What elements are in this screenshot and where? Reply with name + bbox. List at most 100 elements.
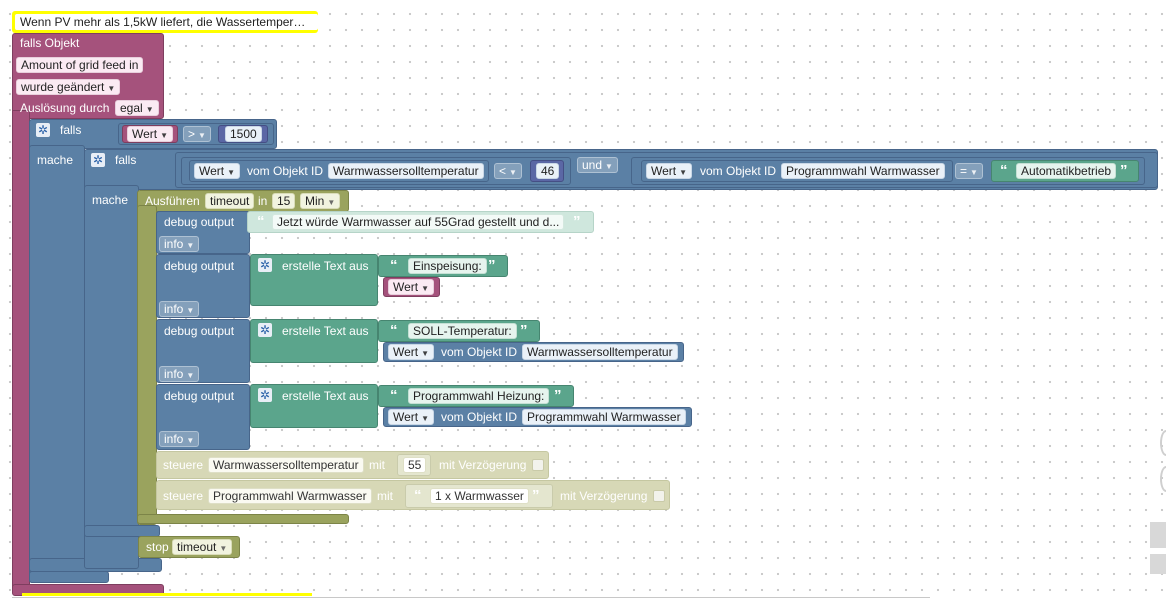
- debug1-text-field[interactable]: Jetzt würde Warmwasser auf 55Grad gestel…: [272, 214, 565, 230]
- control2-mit-label: mit: [377, 489, 393, 503]
- if1-block-bottom: [29, 571, 109, 583]
- horizontal-scrollbar[interactable]: [12, 597, 930, 598]
- join1-string-field[interactable]: Einspeisung:: [408, 258, 487, 274]
- dropdown-arrow-icon: ▼: [186, 371, 195, 380]
- timeout-unit-dropdown[interactable]: Min ▼: [300, 193, 341, 209]
- debug1-label: debug output: [164, 215, 235, 229]
- if1-operator-dropdown[interactable]: > ▼: [183, 126, 211, 142]
- if1-mache-label: mache: [37, 153, 74, 167]
- timeout-block-side: [137, 205, 157, 525]
- gear-icon[interactable]: ✲: [258, 388, 272, 402]
- if1-op-text: >: [188, 127, 196, 141]
- control2-object-field[interactable]: Programmwahl Warmwasser: [208, 488, 372, 504]
- join3-string-field[interactable]: Programmwahl Heizung:: [408, 388, 550, 404]
- cond2-prop-dropdown[interactable]: Wert ▼: [646, 163, 693, 179]
- dropdown-arrow-icon: ▼: [107, 84, 116, 93]
- cond1-prop-dropdown[interactable]: Wert ▼: [194, 163, 241, 179]
- cond1-op-text: <: [499, 164, 507, 178]
- comment-text: Wenn PV mehr als 1,5kW liefert, die Wass…: [15, 14, 318, 30]
- debug3-label: debug output: [164, 324, 235, 338]
- join2-prop-dropdown[interactable]: Wert ▼: [388, 344, 435, 360]
- if1-lhs-dropdown[interactable]: Wert ▼: [127, 126, 174, 142]
- join3-label: erstelle Text aus: [282, 389, 369, 403]
- gear-icon[interactable]: ✲: [91, 153, 105, 167]
- cond2-vom-label: vom Objekt ID: [700, 164, 777, 178]
- dropdown-arrow-icon: ▼: [219, 544, 228, 553]
- if1-block-side: [29, 145, 85, 583]
- gear-icon[interactable]: ✲: [36, 123, 50, 137]
- debug2-level-text: info: [164, 302, 184, 316]
- quote-close-icon: ”: [488, 257, 496, 274]
- quote-open-icon: “: [390, 257, 398, 274]
- block-comment[interactable]: Wenn PV mehr als 1,5kW liefert, die Wass…: [12, 11, 318, 33]
- control2-delay-label: mit Verzögerung: [560, 489, 648, 503]
- debug4-level-dropdown[interactable]: info ▼: [159, 431, 200, 447]
- debug3-level-dropdown[interactable]: info ▼: [159, 366, 200, 382]
- join1-value-dropdown[interactable]: Wert ▼: [388, 279, 435, 295]
- if1-lhs-text: Wert: [132, 127, 158, 141]
- quote-close-icon: ”: [520, 322, 528, 339]
- debug4-level-text: info: [164, 432, 184, 446]
- control1-object-field[interactable]: Warmwassersolltemperatur: [208, 457, 364, 473]
- dropdown-arrow-icon: ▼: [327, 198, 336, 207]
- join2-prop-text: Wert: [393, 345, 419, 359]
- cond1-operator-dropdown[interactable]: < ▼: [494, 163, 522, 179]
- quote-close-icon: ”: [1120, 162, 1128, 179]
- debug3-level-text: info: [164, 367, 184, 381]
- dropdown-arrow-icon: ▼: [160, 131, 169, 140]
- dropdown-arrow-icon: ▼: [186, 241, 195, 250]
- zoom-out-icon[interactable]: [1160, 466, 1166, 492]
- cond1-prop-text: Wert: [199, 164, 225, 178]
- timeout-name-field[interactable]: timeout: [205, 193, 255, 209]
- join2-object-field[interactable]: Warmwassersolltemperatur: [522, 344, 678, 360]
- cond1-object-field[interactable]: Warmwassersolltemperatur: [328, 163, 484, 179]
- timeout-value-field[interactable]: 15: [272, 193, 296, 209]
- trigger-changed-text: wurde geändert: [21, 80, 105, 94]
- dropdown-arrow-icon: ▼: [605, 162, 613, 171]
- join3-prop-text: Wert: [393, 410, 419, 424]
- debug2-label: debug output: [164, 259, 235, 273]
- trigger-changed-dropdown[interactable]: wurde geändert ▼: [16, 79, 121, 95]
- and-text: und: [582, 158, 603, 172]
- quote-open-icon: “: [1000, 162, 1008, 179]
- cond2-operator-dropdown[interactable]: = ▼: [955, 163, 983, 179]
- cond1-value-number[interactable]: 46: [536, 163, 560, 179]
- dropdown-arrow-icon: ▼: [509, 168, 517, 177]
- timeout-in-label: in: [258, 194, 268, 208]
- dropdown-arrow-icon: ▼: [186, 306, 195, 315]
- quote-open-icon: “: [257, 213, 265, 230]
- cond1-vom-label: vom Objekt ID: [247, 164, 324, 178]
- join3-prop-dropdown[interactable]: Wert ▼: [388, 409, 435, 425]
- quote-open-icon: “: [414, 487, 422, 504]
- debug1-level-dropdown[interactable]: info ▼: [159, 236, 200, 252]
- trigger-object-field[interactable]: Amount of grid feed in: [16, 57, 144, 73]
- trigger-ausloesung-dropdown[interactable]: egal ▼: [115, 100, 159, 116]
- join3-object-field[interactable]: Programmwahl Warmwasser: [522, 409, 686, 425]
- dropdown-arrow-icon: ▼: [970, 168, 978, 177]
- control2-delay-checkbox[interactable]: [653, 490, 665, 502]
- stop-label: stop: [146, 540, 169, 554]
- join2-label: erstelle Text aus: [282, 324, 369, 338]
- gear-icon[interactable]: ✲: [258, 258, 272, 272]
- control2-value-text[interactable]: 1 x Warmwasser: [430, 488, 529, 504]
- cond2-prop-text: Wert: [651, 164, 677, 178]
- gear-icon[interactable]: ✲: [258, 323, 272, 337]
- cond2-object-field[interactable]: Programmwahl Warmwasser: [781, 163, 945, 179]
- stop-timeout-dropdown[interactable]: timeout ▼: [172, 539, 233, 555]
- if1-rhs-number[interactable]: 1500: [225, 126, 262, 142]
- if2-falls-label: falls: [115, 153, 137, 167]
- quote-close-icon: ”: [532, 487, 540, 504]
- control1-value-number[interactable]: 55: [403, 457, 427, 473]
- if2-block-side: [84, 185, 139, 569]
- cond2-op-text: =: [960, 164, 968, 178]
- zoom-in-icon[interactable]: [1160, 430, 1166, 456]
- blockly-workspace[interactable]: { "comment": "Wenn PV mehr als 1,5kW lie…: [0, 0, 1166, 599]
- debug2-level-dropdown[interactable]: info ▼: [159, 301, 200, 317]
- debug4-label: debug output: [164, 389, 235, 403]
- control1-delay-checkbox[interactable]: [532, 459, 544, 471]
- cond2-value-text[interactable]: Automatikbetrieb: [1016, 163, 1117, 179]
- dropdown-arrow-icon: ▼: [227, 168, 236, 177]
- join2-string-field[interactable]: SOLL-Temperatur:: [408, 323, 517, 339]
- join1-label: erstelle Text aus: [282, 259, 369, 273]
- and-operator-dropdown[interactable]: und ▼: [577, 157, 618, 173]
